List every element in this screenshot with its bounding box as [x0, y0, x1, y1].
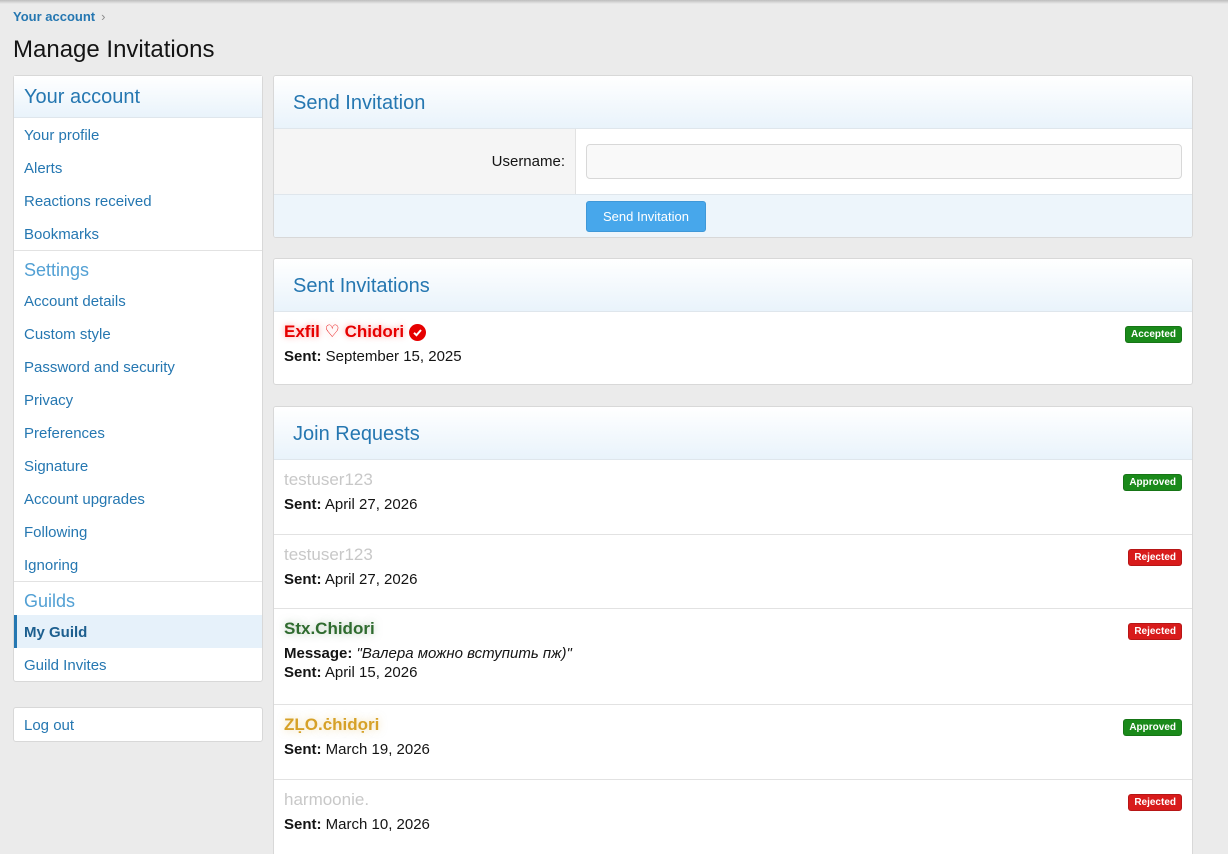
user-name-text[interactable]: Exfil ♡ Chidori — [284, 322, 404, 342]
sidebar-item-guild-invites[interactable]: Guild Invites — [14, 648, 262, 681]
sent-invitations-block: Sent Invitations Exfil ♡ Chidori Sent: S… — [273, 258, 1193, 385]
list-item: harmoonie. Sent: March 10, 2026 Rejected — [274, 780, 1192, 854]
status-badge: Approved — [1123, 719, 1182, 736]
sidebar-section-settings: Settings — [14, 250, 262, 284]
send-invitation-button[interactable]: Send Invitation — [586, 201, 706, 232]
user-name[interactable]: ZḶO.ċhidọri — [284, 715, 1182, 735]
send-invitation-title: Send Invitation — [274, 76, 1192, 129]
sidebar-item-preferences[interactable]: Preferences — [14, 416, 262, 449]
list-item: ZḶO.ċhidọri Sent: March 19, 2026 Approve… — [274, 705, 1192, 780]
breadcrumb: Your account › — [13, 9, 105, 24]
sent-date-line: Sent: April 27, 2026 — [284, 571, 418, 588]
join-requests-title: Join Requests — [274, 407, 1192, 460]
sidebar-header[interactable]: Your account — [14, 76, 262, 118]
join-requests-block: Join Requests testuser123 Sent: April 27… — [273, 406, 1193, 854]
username-label: Username: — [274, 129, 576, 194]
username-input-wrap — [576, 129, 1192, 194]
breadcrumb-your-account[interactable]: Your account — [13, 9, 95, 24]
user-name[interactable]: Stx.Chidori — [284, 619, 1182, 639]
sent-date-line: Sent: April 27, 2026 — [284, 496, 418, 513]
sent-date-line: Sent: September 15, 2025 — [284, 348, 462, 365]
form-submit-row: Send Invitation — [274, 195, 1192, 237]
sidebar-item-password-security[interactable]: Password and security — [14, 350, 262, 383]
sidebar-item-my-guild[interactable]: My Guild — [14, 615, 262, 648]
sidebar-item-ignoring[interactable]: Ignoring — [14, 548, 262, 581]
status-badge: Rejected — [1128, 623, 1182, 640]
verified-check-icon — [409, 323, 427, 341]
list-item: Stx.Chidori Message: "Валера можно вступ… — [274, 609, 1192, 705]
status-badge: Rejected — [1128, 794, 1182, 811]
user-name[interactable]: testuser123 — [284, 545, 1182, 565]
status-badge: Rejected — [1128, 549, 1182, 566]
sent-date-line: Sent: March 19, 2026 — [284, 741, 430, 758]
sidebar-section-guilds: Guilds — [14, 581, 262, 615]
top-shadow — [0, 0, 1228, 4]
sent-date-line: Sent: April 15, 2026 — [284, 664, 418, 681]
list-item: Exfil ♡ Chidori Sent: September 15, 2025… — [274, 312, 1192, 384]
status-badge: Approved — [1123, 474, 1182, 491]
user-name[interactable]: testuser123 — [284, 470, 1182, 490]
sidebar-item-your-profile[interactable]: Your profile — [14, 118, 262, 151]
status-badge: Accepted — [1124, 326, 1182, 343]
sidebar-item-following[interactable]: Following — [14, 515, 262, 548]
sidebar-nav: Your account Your profile Alerts Reactio… — [13, 75, 263, 682]
sidebar-item-account-details[interactable]: Account details — [14, 284, 262, 317]
sidebar-item-custom-style[interactable]: Custom style — [14, 317, 262, 350]
page-title: Manage Invitations — [13, 36, 215, 63]
sidebar-item-account-upgrades[interactable]: Account upgrades — [14, 482, 262, 515]
username-row: Username: — [274, 129, 1192, 195]
sidebar-item-signature[interactable]: Signature — [14, 449, 262, 482]
sent-date-line: Sent: March 10, 2026 — [284, 816, 430, 833]
username-input[interactable] — [586, 144, 1182, 179]
sidebar-item-privacy[interactable]: Privacy — [14, 383, 262, 416]
user-name[interactable]: harmoonie. — [284, 790, 1182, 810]
send-invitation-block: Send Invitation Username: Send Invitatio… — [273, 75, 1193, 238]
sent-invitations-title: Sent Invitations — [274, 259, 1192, 312]
list-item: testuser123 Sent: April 27, 2026 Approve… — [274, 460, 1192, 535]
user-name[interactable]: Exfil ♡ Chidori — [284, 322, 1182, 342]
chevron-right-icon: › — [101, 9, 106, 24]
sidebar-item-alerts[interactable]: Alerts — [14, 151, 262, 184]
sidebar-item-reactions-received[interactable]: Reactions received — [14, 184, 262, 217]
logout-link[interactable]: Log out — [13, 707, 263, 742]
message-line: Message: "Валера можно вступить пж)" — [284, 645, 572, 662]
sidebar-item-bookmarks[interactable]: Bookmarks — [14, 217, 262, 250]
list-item: testuser123 Sent: April 27, 2026 Rejecte… — [274, 535, 1192, 609]
